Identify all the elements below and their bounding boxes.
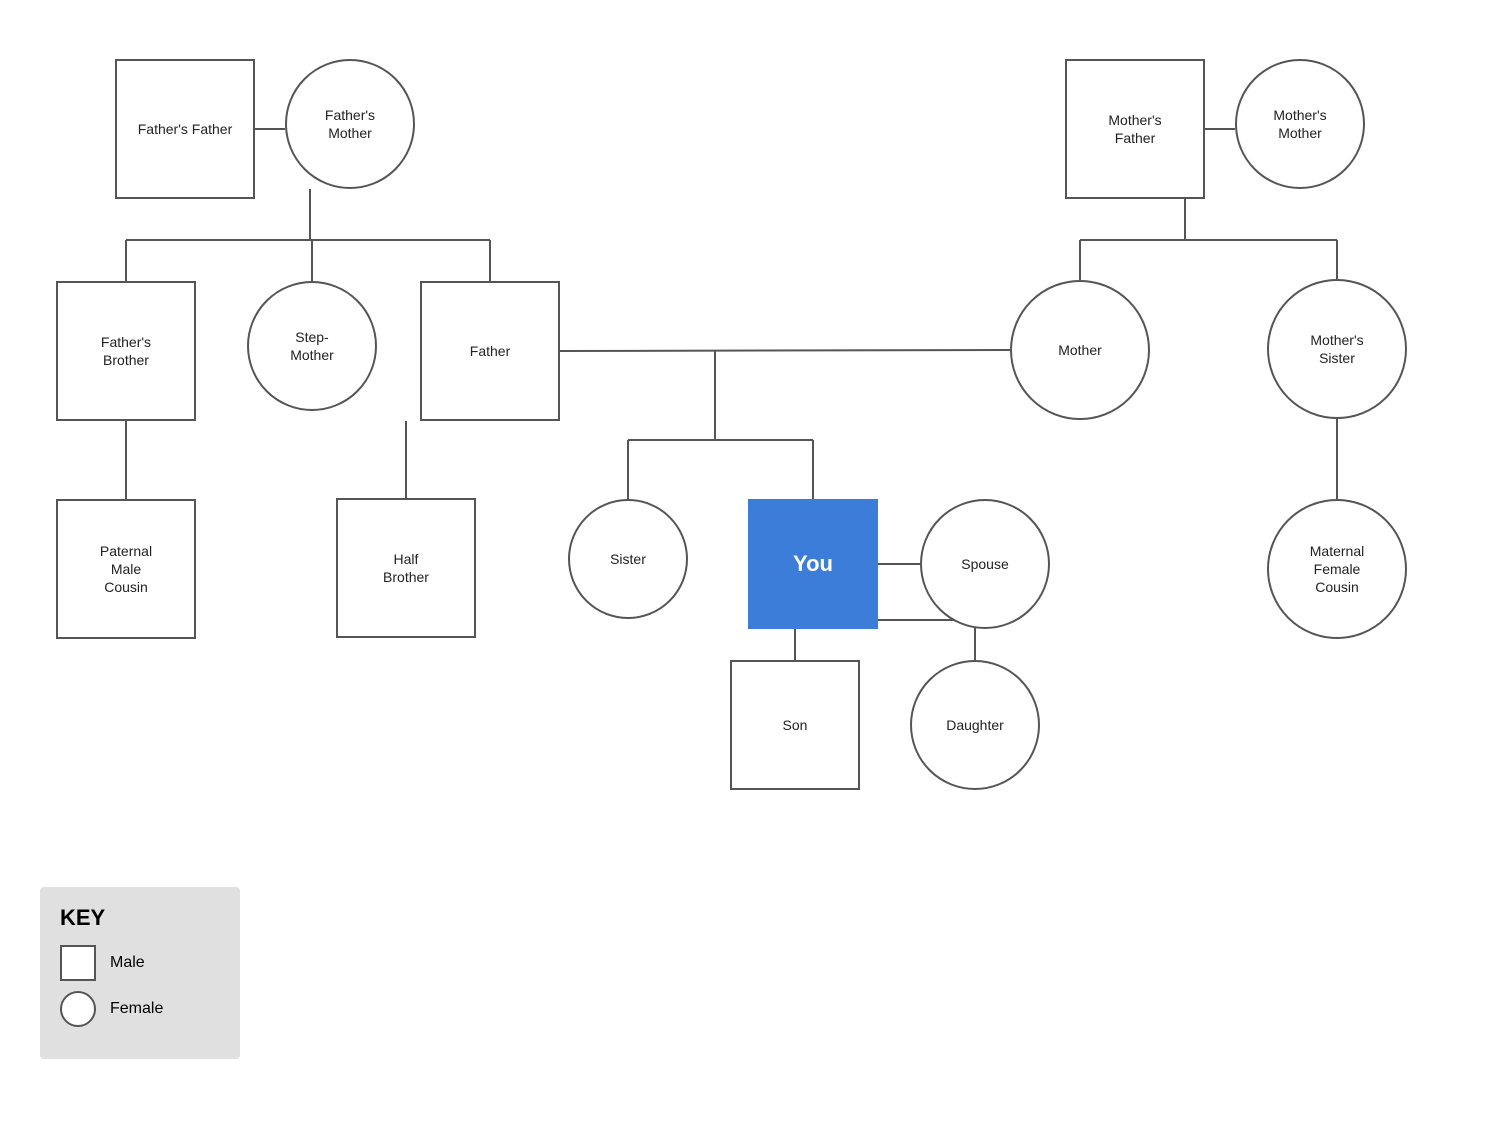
node-half-brother: HalfBrother bbox=[336, 498, 476, 638]
node-son: Son bbox=[730, 660, 860, 790]
node-mothers-sister: Mother'sSister bbox=[1267, 279, 1407, 419]
node-maternal-female-cousin: MaternalFemaleCousin bbox=[1267, 499, 1407, 639]
node-fathers-father: Father's Father bbox=[115, 59, 255, 199]
node-paternal-male-cousin: PaternalMaleCousin bbox=[56, 499, 196, 639]
legend-female-label: Female bbox=[110, 1000, 163, 1018]
legend-title: KEY bbox=[60, 905, 220, 931]
legend-female-item: Female bbox=[60, 991, 220, 1027]
node-daughter: Daughter bbox=[910, 660, 1040, 790]
family-tree-diagram: Father's Father Father'sMother Mother'sF… bbox=[0, 0, 1500, 1139]
node-mothers-father: Mother'sFather bbox=[1065, 59, 1205, 199]
node-sister: Sister bbox=[568, 499, 688, 619]
node-fathers-mother: Father'sMother bbox=[285, 59, 415, 189]
node-father: Father bbox=[420, 281, 560, 421]
node-mother: Mother bbox=[1010, 280, 1150, 420]
node-you: You bbox=[748, 499, 878, 629]
legend-female-icon bbox=[60, 991, 96, 1027]
legend-male-label: Male bbox=[110, 954, 145, 972]
legend-box: KEY Male Female bbox=[40, 887, 240, 1059]
node-spouse: Spouse bbox=[920, 499, 1050, 629]
node-fathers-brother: Father'sBrother bbox=[56, 281, 196, 421]
legend-male-icon bbox=[60, 945, 96, 981]
legend-male-item: Male bbox=[60, 945, 220, 981]
node-mothers-mother: Mother'sMother bbox=[1235, 59, 1365, 189]
node-stepmother: Step-Mother bbox=[247, 281, 377, 411]
